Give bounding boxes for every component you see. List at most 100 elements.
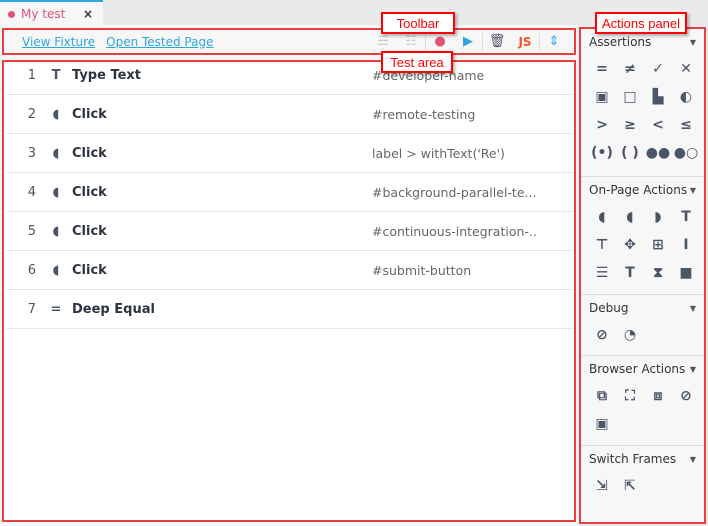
action-icon[interactable]: T bbox=[616, 259, 644, 287]
action-icon[interactable]: ▙ bbox=[644, 83, 672, 111]
action-icon[interactable]: ✥ bbox=[616, 231, 644, 259]
view-fixture-link[interactable]: View Fixture bbox=[22, 35, 95, 49]
mouse-icon: ◖ bbox=[52, 106, 60, 122]
section-on-page-actions: On-Page Actions ▼ ◖ ◖ ◗ T ⊤ ✥ ⊞ I ☰ T ⧗ ■ bbox=[581, 176, 704, 287]
list-icon[interactable]: ☰ bbox=[369, 34, 397, 49]
action-icon[interactable]: T bbox=[672, 203, 700, 231]
unsaved-dot-icon bbox=[8, 10, 15, 18]
js-icon[interactable]: JS bbox=[511, 35, 539, 49]
test-area: 1 T Type Text #developer-name 2 ◖ Click #… bbox=[2, 60, 576, 522]
action-icon[interactable]: (•) bbox=[588, 139, 616, 167]
action-icon[interactable]: > bbox=[588, 111, 616, 139]
section-title: Browser Actions bbox=[589, 362, 686, 376]
test-step-row[interactable]: 1 T Type Text #developer-name bbox=[6, 56, 574, 95]
action-icon[interactable]: ≥ bbox=[616, 111, 644, 139]
step-number: 7 bbox=[27, 301, 36, 317]
tab-title: My test bbox=[21, 7, 66, 21]
step-name: Click bbox=[72, 106, 107, 122]
action-icon[interactable]: ⧉ bbox=[588, 382, 616, 410]
test-step-row[interactable]: 7 = Deep Equal bbox=[6, 290, 574, 329]
step-number: 6 bbox=[27, 262, 36, 278]
action-icon[interactable]: ▣ bbox=[588, 410, 616, 438]
action-icon[interactable]: ⧗ bbox=[644, 259, 672, 287]
caret-down-icon[interactable]: ▼ bbox=[690, 301, 696, 315]
action-icon[interactable]: I bbox=[672, 231, 700, 259]
step-number: 1 bbox=[27, 67, 36, 83]
action-icon[interactable]: ≤ bbox=[672, 111, 700, 139]
section-switch-frames: Switch Frames ▼ ⇲ ⇱ bbox=[581, 445, 704, 500]
action-icon[interactable]: ◖ bbox=[616, 203, 644, 231]
step-selector: #submit-button bbox=[372, 262, 472, 278]
section-browser-actions: Browser Actions ▼ ⧉ ⛶ ⧈ ⊘ ▣ bbox=[581, 355, 704, 438]
action-icon[interactable]: ⇱ bbox=[616, 472, 644, 500]
actions-panel-annotation: Actions panel bbox=[595, 12, 687, 34]
caret-down-icon[interactable]: ▼ bbox=[690, 452, 696, 466]
step-number: 5 bbox=[27, 223, 36, 239]
test-step-row[interactable]: 3 ◖ Click label > withText('Re') bbox=[6, 134, 574, 173]
step-number: 2 bbox=[27, 106, 36, 122]
action-icon[interactable]: ✕ bbox=[672, 55, 700, 83]
equal-icon: = bbox=[50, 301, 62, 317]
test-step-row[interactable]: 6 ◖ Click #submit-button bbox=[6, 251, 574, 290]
caret-down-icon[interactable]: ▼ bbox=[690, 35, 696, 49]
section-assertions: Assertions ▼ = ≠ ✓ ✕ ▣ □ ▙ ◐ > ≥ < ≤ (•)( ) ●● ●○ bbox=[581, 29, 704, 167]
step-name: Type Text bbox=[72, 67, 142, 83]
section-debug: Debug ▼ ⊘ ◔ bbox=[581, 294, 704, 349]
action-icon[interactable]: ⊞ bbox=[644, 231, 672, 259]
step-selector: label > withText('Re') bbox=[372, 145, 505, 161]
action-icon[interactable]: ≠ bbox=[616, 55, 644, 83]
trash-icon[interactable]: 🗑 bbox=[483, 34, 511, 49]
action-icon[interactable]: ◔ bbox=[616, 321, 644, 349]
action-icon[interactable]: ✓ bbox=[644, 55, 672, 83]
step-number: 4 bbox=[27, 184, 36, 200]
section-header[interactable]: Debug ▼ bbox=[581, 295, 704, 321]
list-numbered-icon[interactable]: ☷ bbox=[397, 34, 425, 49]
section-header[interactable]: Switch Frames ▼ bbox=[581, 446, 704, 472]
action-icon[interactable]: ⊘ bbox=[588, 321, 616, 349]
test-step-row[interactable]: 4 ◖ Click #background-parallel-te... bbox=[6, 173, 574, 212]
open-tested-page-link[interactable]: Open Tested Page bbox=[106, 35, 213, 49]
action-icon[interactable]: ■ bbox=[672, 259, 700, 287]
mouse-icon: ◖ bbox=[52, 262, 60, 278]
step-name: Click bbox=[72, 223, 107, 239]
toolbar: View Fixture Open Tested Page ☰ ☷ ● ▶ 🗑 JS ⇕ bbox=[2, 28, 576, 55]
action-icon[interactable]: ●○ bbox=[672, 139, 700, 167]
action-icon[interactable]: ☰ bbox=[588, 259, 616, 287]
test-step-row[interactable]: 2 ◖ Click #remote-testing bbox=[6, 95, 574, 134]
action-icon[interactable]: ⧈ bbox=[644, 382, 672, 410]
section-header[interactable]: Browser Actions ▼ bbox=[581, 356, 704, 382]
action-icon[interactable]: ⇲ bbox=[588, 472, 616, 500]
section-header[interactable]: On-Page Actions ▼ bbox=[581, 177, 704, 203]
action-icon[interactable]: < bbox=[644, 111, 672, 139]
action-icon[interactable]: ⛶ bbox=[616, 382, 644, 410]
action-icon[interactable]: ◐ bbox=[672, 83, 700, 111]
caret-down-icon[interactable]: ▼ bbox=[690, 362, 696, 376]
action-icon[interactable]: ⊘ bbox=[672, 382, 700, 410]
toolbar-annotation: Toolbar bbox=[381, 12, 455, 34]
action-icon[interactable]: □ bbox=[616, 83, 644, 111]
action-icon[interactable]: ( ) bbox=[616, 139, 644, 167]
mouse-icon: ◖ bbox=[52, 184, 60, 200]
step-selector: #continuous-integration-.. bbox=[372, 223, 537, 239]
test-step-row[interactable]: 5 ◖ Click #continuous-integration-.. bbox=[6, 212, 574, 251]
action-icon[interactable]: = bbox=[588, 55, 616, 83]
step-name: Click bbox=[72, 145, 107, 161]
record-icon[interactable]: ● bbox=[426, 34, 454, 49]
play-icon[interactable]: ▶ bbox=[454, 34, 482, 49]
step-name: Deep Equal bbox=[72, 301, 155, 317]
collapse-icon[interactable]: ⇕ bbox=[540, 34, 568, 49]
step-name: Click bbox=[72, 262, 107, 278]
action-icon[interactable]: ⊤ bbox=[588, 231, 616, 259]
section-title: Switch Frames bbox=[589, 452, 677, 466]
caret-down-icon[interactable]: ▼ bbox=[690, 183, 696, 197]
test-area-annotation: Test area bbox=[381, 51, 453, 73]
action-icon[interactable]: ◗ bbox=[644, 203, 672, 231]
action-icon[interactable]: ●● bbox=[644, 139, 672, 167]
actions-panel: Assertions ▼ = ≠ ✓ ✕ ▣ □ ▙ ◐ > ≥ < ≤ (•)( ) ●● ●○ On-Page… bbox=[579, 27, 706, 524]
close-icon[interactable]: × bbox=[83, 7, 93, 21]
action-icon[interactable]: ◖ bbox=[588, 203, 616, 231]
tab-my-test[interactable]: My test × bbox=[0, 0, 103, 26]
action-icon[interactable]: ▣ bbox=[588, 83, 616, 111]
step-number: 3 bbox=[27, 145, 36, 161]
section-title: Assertions bbox=[589, 35, 652, 49]
